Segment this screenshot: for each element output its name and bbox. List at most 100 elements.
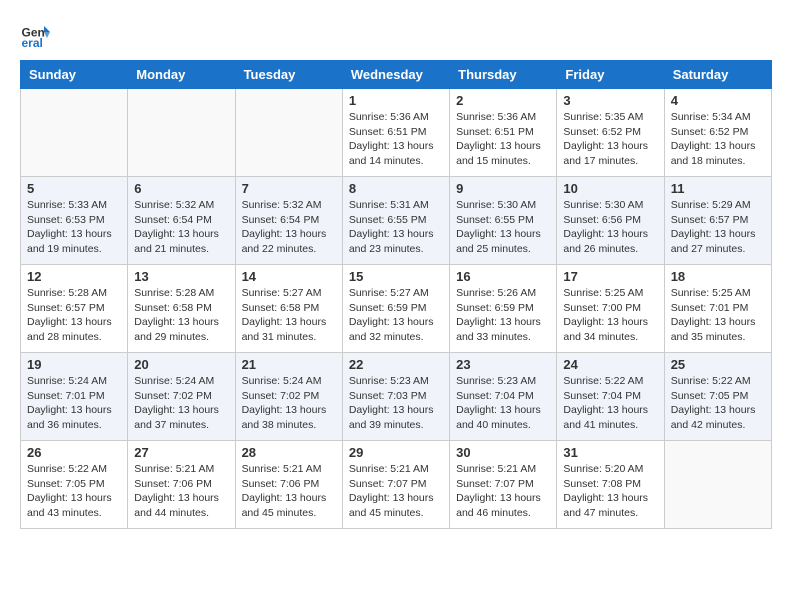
calendar-cell: 25Sunrise: 5:22 AMSunset: 7:05 PMDayligh… (664, 353, 771, 441)
day-info-line: Sunset: 7:05 PM (671, 390, 749, 402)
day-info: Sunrise: 5:28 AMSunset: 6:57 PMDaylight:… (27, 286, 121, 345)
day-info-line: and 25 minutes. (456, 243, 531, 255)
day-info-line: Daylight: 13 hours (242, 492, 327, 504)
weekday-header-sunday: Sunday (21, 61, 128, 89)
day-info-line: Sunset: 6:54 PM (134, 214, 212, 226)
day-info-line: Daylight: 13 hours (671, 316, 756, 328)
calendar-cell: 18 Sunrise: 5:25 AMSunset: 7:01 PMDayligh… (664, 265, 771, 353)
day-number: 26 (27, 445, 121, 460)
day-info-line: Sunrise: 5:21 AM (242, 463, 322, 475)
day-info: Sunrise: 5:36 AMSunset: 6:51 PMDaylight:… (349, 110, 443, 169)
day-info: Sunrise: 5:24 AMSunset: 7:02 PMDaylight:… (242, 374, 336, 433)
day-info: Sunrise: 5:27 AMSunset: 6:59 PMDaylight:… (349, 286, 443, 345)
calendar-cell: 6Sunrise: 5:32 AMSunset: 6:54 PMDaylight… (128, 177, 235, 265)
day-info: Sunrise: 5:24 AMSunset: 7:01 PMDaylight:… (27, 374, 121, 433)
day-number: 3 (563, 93, 657, 108)
day-info-line: Sunrise: 5:21 AM (349, 463, 429, 475)
day-info-line: Sunrise: 5:20 AM (563, 463, 643, 475)
day-info: Sunrise: 5:20 AMSunset: 7:08 PMDaylight:… (563, 462, 657, 521)
day-info-line: Sunset: 6:51 PM (349, 126, 427, 138)
day-number: 10 (563, 181, 657, 196)
day-info-line: Sunrise: 5:21 AM (134, 463, 214, 475)
day-number: 29 (349, 445, 443, 460)
day-info-line: Sunset: 6:53 PM (27, 214, 105, 226)
day-info-line: Sunrise: 5:24 AM (134, 375, 214, 387)
day-info-line: Sunrise: 5:28 AM (27, 287, 107, 299)
day-info-line: Sunset: 7:06 PM (134, 478, 212, 490)
day-info-line: Daylight: 13 hours (349, 404, 434, 416)
day-info-line: Daylight: 13 hours (563, 316, 648, 328)
weekday-header-thursday: Thursday (450, 61, 557, 89)
day-number: 18 (671, 269, 765, 284)
day-info: Sunrise: 5:32 AMSunset: 6:54 PMDaylight:… (134, 198, 228, 257)
day-number: 19 (27, 357, 121, 372)
day-info-line: and 40 minutes. (456, 419, 531, 431)
day-info-line: Sunset: 7:00 PM (563, 302, 641, 314)
calendar-cell: 27Sunrise: 5:21 AMSunset: 7:06 PMDayligh… (128, 441, 235, 529)
day-info-line: Daylight: 13 hours (242, 228, 327, 240)
day-info-line: Sunrise: 5:27 AM (242, 287, 322, 299)
day-number: 23 (456, 357, 550, 372)
weekday-header-friday: Friday (557, 61, 664, 89)
day-info: Sunrise: 5:34 AMSunset: 6:52 PMDaylight:… (671, 110, 765, 169)
calendar-cell (128, 89, 235, 177)
day-number: 25 (671, 357, 765, 372)
day-number: 31 (563, 445, 657, 460)
day-info: Sunrise: 5:30 AMSunset: 6:56 PMDaylight:… (563, 198, 657, 257)
day-info: Sunrise: 5:25 AMSunset: 7:00 PMDaylight:… (563, 286, 657, 345)
day-number: 9 (456, 181, 550, 196)
day-info-line: Sunrise: 5:24 AM (242, 375, 322, 387)
day-info-line: and 23 minutes. (349, 243, 424, 255)
day-number: 20 (134, 357, 228, 372)
day-info-line: and 19 minutes. (27, 243, 102, 255)
calendar-table: SundayMondayTuesdayWednesdayThursdayFrid… (20, 60, 772, 529)
calendar-week-row: 1Sunrise: 5:36 AMSunset: 6:51 PMDaylight… (21, 89, 772, 177)
day-info-line: Daylight: 13 hours (349, 140, 434, 152)
day-info-line: Daylight: 13 hours (563, 404, 648, 416)
day-info-line: Daylight: 13 hours (671, 404, 756, 416)
day-info-line: Daylight: 13 hours (456, 404, 541, 416)
weekday-header-saturday: Saturday (664, 61, 771, 89)
day-number: 2 (456, 93, 550, 108)
day-info-line: Sunset: 7:02 PM (242, 390, 320, 402)
day-info-line: Daylight: 13 hours (456, 316, 541, 328)
day-info-line: and 45 minutes. (349, 507, 424, 519)
calendar-cell: 24Sunrise: 5:22 AMSunset: 7:04 PMDayligh… (557, 353, 664, 441)
day-info-line: Daylight: 13 hours (27, 404, 112, 416)
day-info-line: Daylight: 13 hours (242, 316, 327, 328)
day-number: 16 (456, 269, 550, 284)
calendar-cell: 30Sunrise: 5:21 AMSunset: 7:07 PMDayligh… (450, 441, 557, 529)
day-info-line: Sunrise: 5:23 AM (349, 375, 429, 387)
day-info-line: and 37 minutes. (134, 419, 209, 431)
day-info-line: and 15 minutes. (456, 155, 531, 167)
calendar-cell: 21Sunrise: 5:24 AMSunset: 7:02 PMDayligh… (235, 353, 342, 441)
day-info-line: Sunset: 6:57 PM (671, 214, 749, 226)
calendar-cell: 16Sunrise: 5:26 AMSunset: 6:59 PMDayligh… (450, 265, 557, 353)
calendar-cell: 7Sunrise: 5:32 AMSunset: 6:54 PMDaylight… (235, 177, 342, 265)
day-info-line: Sunset: 7:05 PM (27, 478, 105, 490)
calendar-cell: 15Sunrise: 5:27 AMSunset: 6:59 PMDayligh… (342, 265, 449, 353)
calendar-cell: 12 Sunrise: 5:28 AMSunset: 6:57 PMDayligh… (21, 265, 128, 353)
day-info: Sunrise: 5:25 AMSunset: 7:01 PMDaylight:… (671, 286, 765, 345)
day-info-line: and 44 minutes. (134, 507, 209, 519)
day-info: Sunrise: 5:28 AMSunset: 6:58 PMDaylight:… (134, 286, 228, 345)
weekday-header-monday: Monday (128, 61, 235, 89)
day-info-line: Sunrise: 5:30 AM (456, 199, 536, 211)
day-info-line: and 41 minutes. (563, 419, 638, 431)
day-info-line: Daylight: 13 hours (27, 316, 112, 328)
day-info-line: Sunset: 6:55 PM (456, 214, 534, 226)
day-info-line: and 29 minutes. (134, 331, 209, 343)
calendar-cell: 31 Sunrise: 5:20 AMSunset: 7:08 PMDayligh… (557, 441, 664, 529)
day-info-line: and 26 minutes. (563, 243, 638, 255)
calendar-week-row: 26Sunrise: 5:22 AMSunset: 7:05 PMDayligh… (21, 441, 772, 529)
day-info-line: Sunrise: 5:23 AM (456, 375, 536, 387)
day-info-line: Sunset: 7:01 PM (671, 302, 749, 314)
day-info: Sunrise: 5:33 AMSunset: 6:53 PMDaylight:… (27, 198, 121, 257)
day-number: 12 (27, 269, 121, 284)
day-info: Sunrise: 5:32 AMSunset: 6:54 PMDaylight:… (242, 198, 336, 257)
day-info-line: Sunrise: 5:29 AM (671, 199, 751, 211)
day-info-line: Daylight: 13 hours (349, 316, 434, 328)
day-info-line: Sunrise: 5:26 AM (456, 287, 536, 299)
day-info-line: Daylight: 13 hours (671, 228, 756, 240)
day-number: 28 (242, 445, 336, 460)
